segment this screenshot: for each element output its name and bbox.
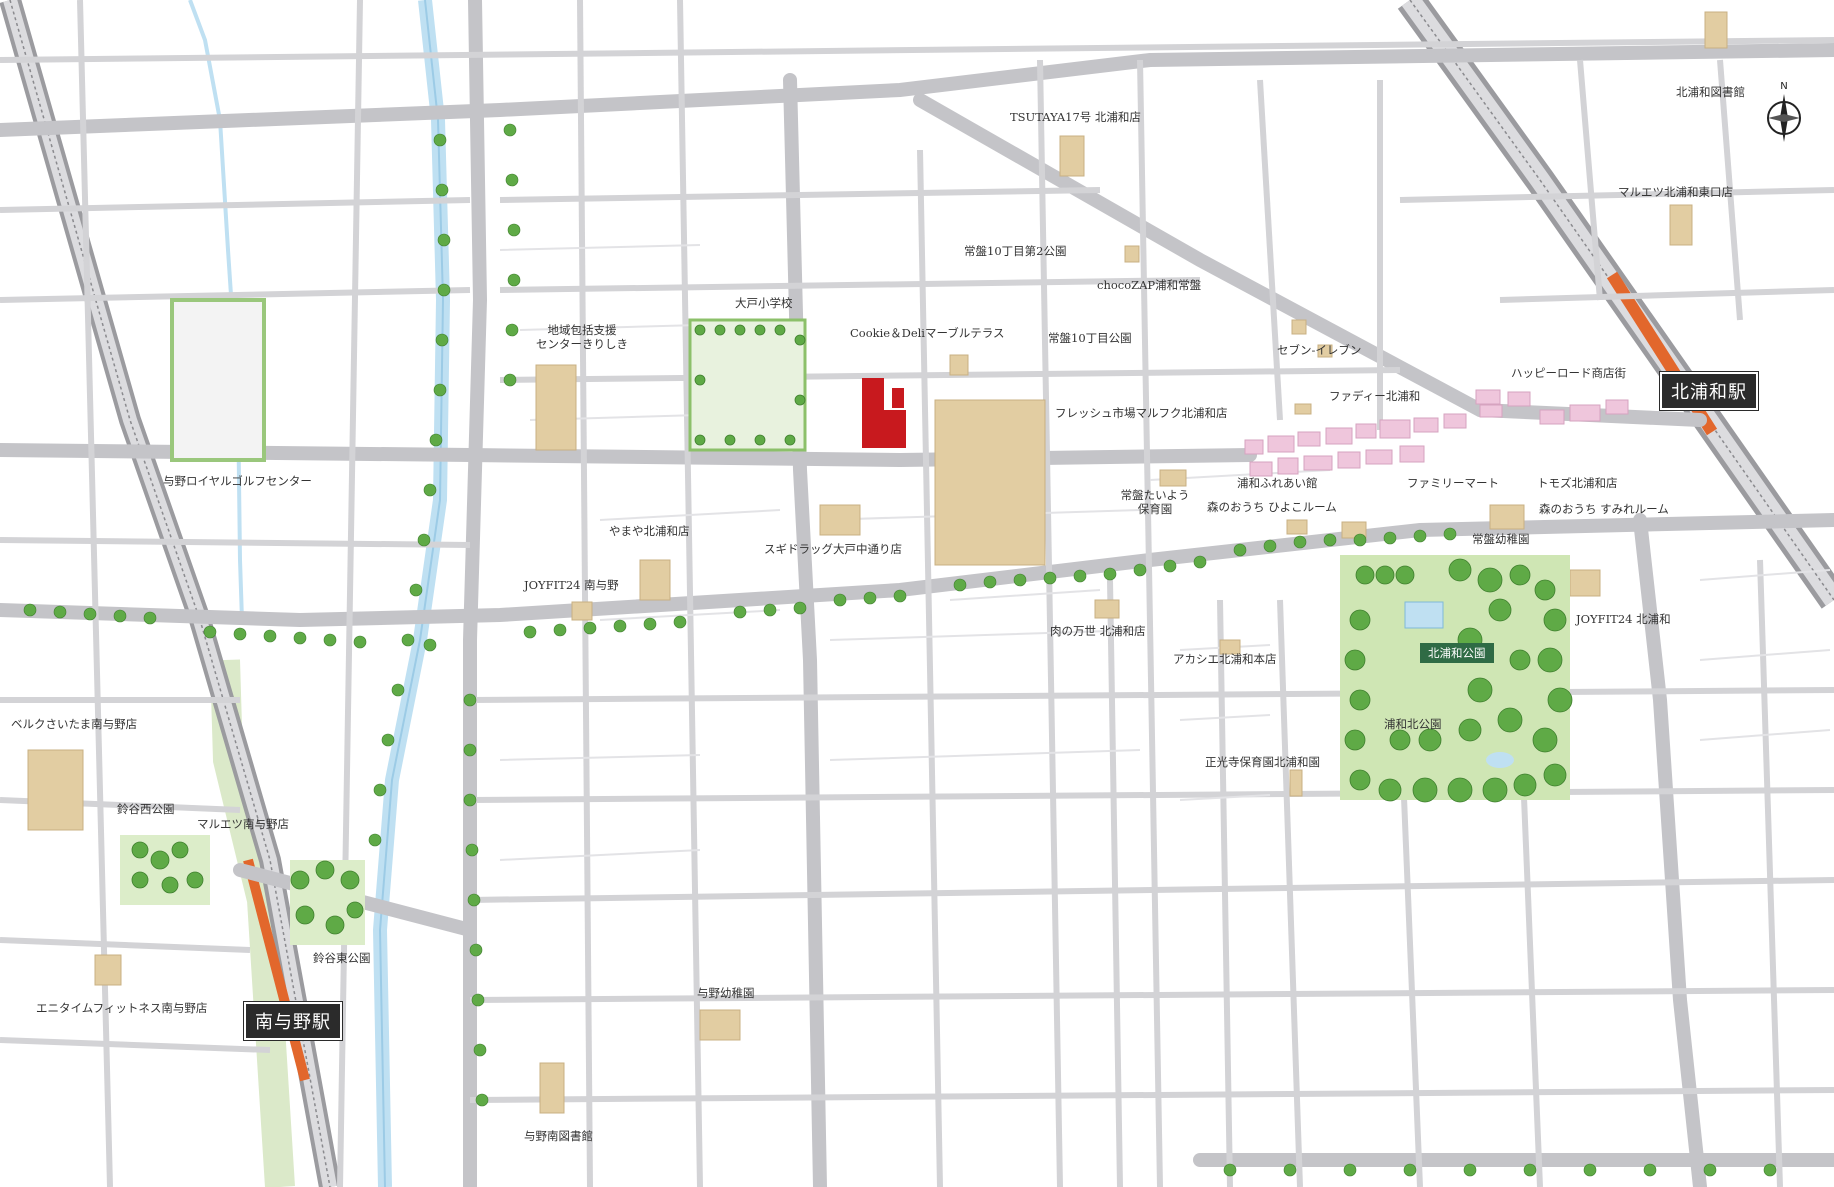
place-label[interactable]: 浦和北公園 xyxy=(1384,717,1442,731)
station-label-kitaurawa[interactable]: 北浦和駅 xyxy=(1659,371,1759,411)
place-label[interactable]: 正光寺保育園北浦和園 xyxy=(1205,755,1320,769)
place-label[interactable]: 大戸小学校 xyxy=(735,296,793,310)
place-label[interactable]: 常盤10丁目第2公園 xyxy=(964,244,1066,258)
place-label[interactable]: マルエツ北浦和東口店 xyxy=(1618,185,1733,199)
place-label[interactable]: 浦和ふれあい館 xyxy=(1237,476,1318,490)
place-label[interactable]: 常盤幼稚園 xyxy=(1472,532,1530,546)
place-label[interactable]: 肉の万世 北浦和店 xyxy=(1050,624,1146,638)
place-label[interactable]: トモズ北浦和店 xyxy=(1537,476,1618,490)
place-label[interactable]: 与野南図書館 xyxy=(524,1129,593,1143)
place-label[interactable]: スギドラッグ大戸中通り店 xyxy=(764,542,902,556)
place-label[interactable]: JOYFIT24 南与野 xyxy=(524,578,619,592)
place-label[interactable]: 鈴谷西公園 xyxy=(117,802,175,816)
place-label[interactable]: chocoZAP浦和常盤 xyxy=(1097,278,1201,292)
station-label-minamiyono[interactable]: 南与野駅 xyxy=(243,1001,343,1041)
north-compass-icon: N xyxy=(1767,81,1801,142)
place-label[interactable]: 森のおうち すみれルーム xyxy=(1539,502,1669,516)
place-label[interactable]: 与野幼稚園 xyxy=(697,986,755,1000)
place-label[interactable]: エニタイムフィットネス南与野店 xyxy=(36,1001,207,1015)
place-label[interactable]: セブン-イレブン xyxy=(1277,343,1361,357)
place-label[interactable]: ファミリーマート xyxy=(1407,476,1499,490)
golf-center xyxy=(170,298,266,462)
park-label-kitaurawa[interactable]: 北浦和公園 xyxy=(1420,643,1494,663)
place-label[interactable]: やまや北浦和店 xyxy=(609,524,690,538)
place-label[interactable]: 常盤10丁目公園 xyxy=(1048,331,1132,345)
place-label[interactable]: ベルクさいたま南与野店 xyxy=(11,717,137,731)
place-label[interactable]: 常盤たいよう 保育園 xyxy=(1121,488,1190,517)
place-label[interactable]: 鈴谷東公園 xyxy=(313,951,371,965)
place-label[interactable]: 森のおうち ひよこルーム xyxy=(1207,500,1337,514)
place-label[interactable]: JOYFIT24 北浦和 xyxy=(1576,612,1671,626)
place-label[interactable]: Cookie＆Deliマーブルテラス xyxy=(850,326,1005,340)
place-label[interactable]: フレッシュ市場マルフク北浦和店 xyxy=(1055,406,1228,420)
property-site xyxy=(862,378,906,448)
place-label[interactable]: 北浦和図書館 xyxy=(1676,85,1745,99)
compass-north-label: N xyxy=(1780,81,1787,92)
place-label[interactable]: ファディー北浦和 xyxy=(1329,389,1420,403)
place-label[interactable]: ハッピーロード商店街 xyxy=(1511,366,1626,380)
place-label[interactable]: 地域包括支援 センターきりしき xyxy=(536,323,628,352)
place-label[interactable]: アカシエ北浦和本店 xyxy=(1173,652,1277,666)
place-label[interactable]: 与野ロイヤルゴルフセンター xyxy=(163,474,312,488)
place-label[interactable]: TSUTAYA17号 北浦和店 xyxy=(1010,110,1141,124)
place-label[interactable]: マルエツ南与野店 xyxy=(197,817,289,831)
